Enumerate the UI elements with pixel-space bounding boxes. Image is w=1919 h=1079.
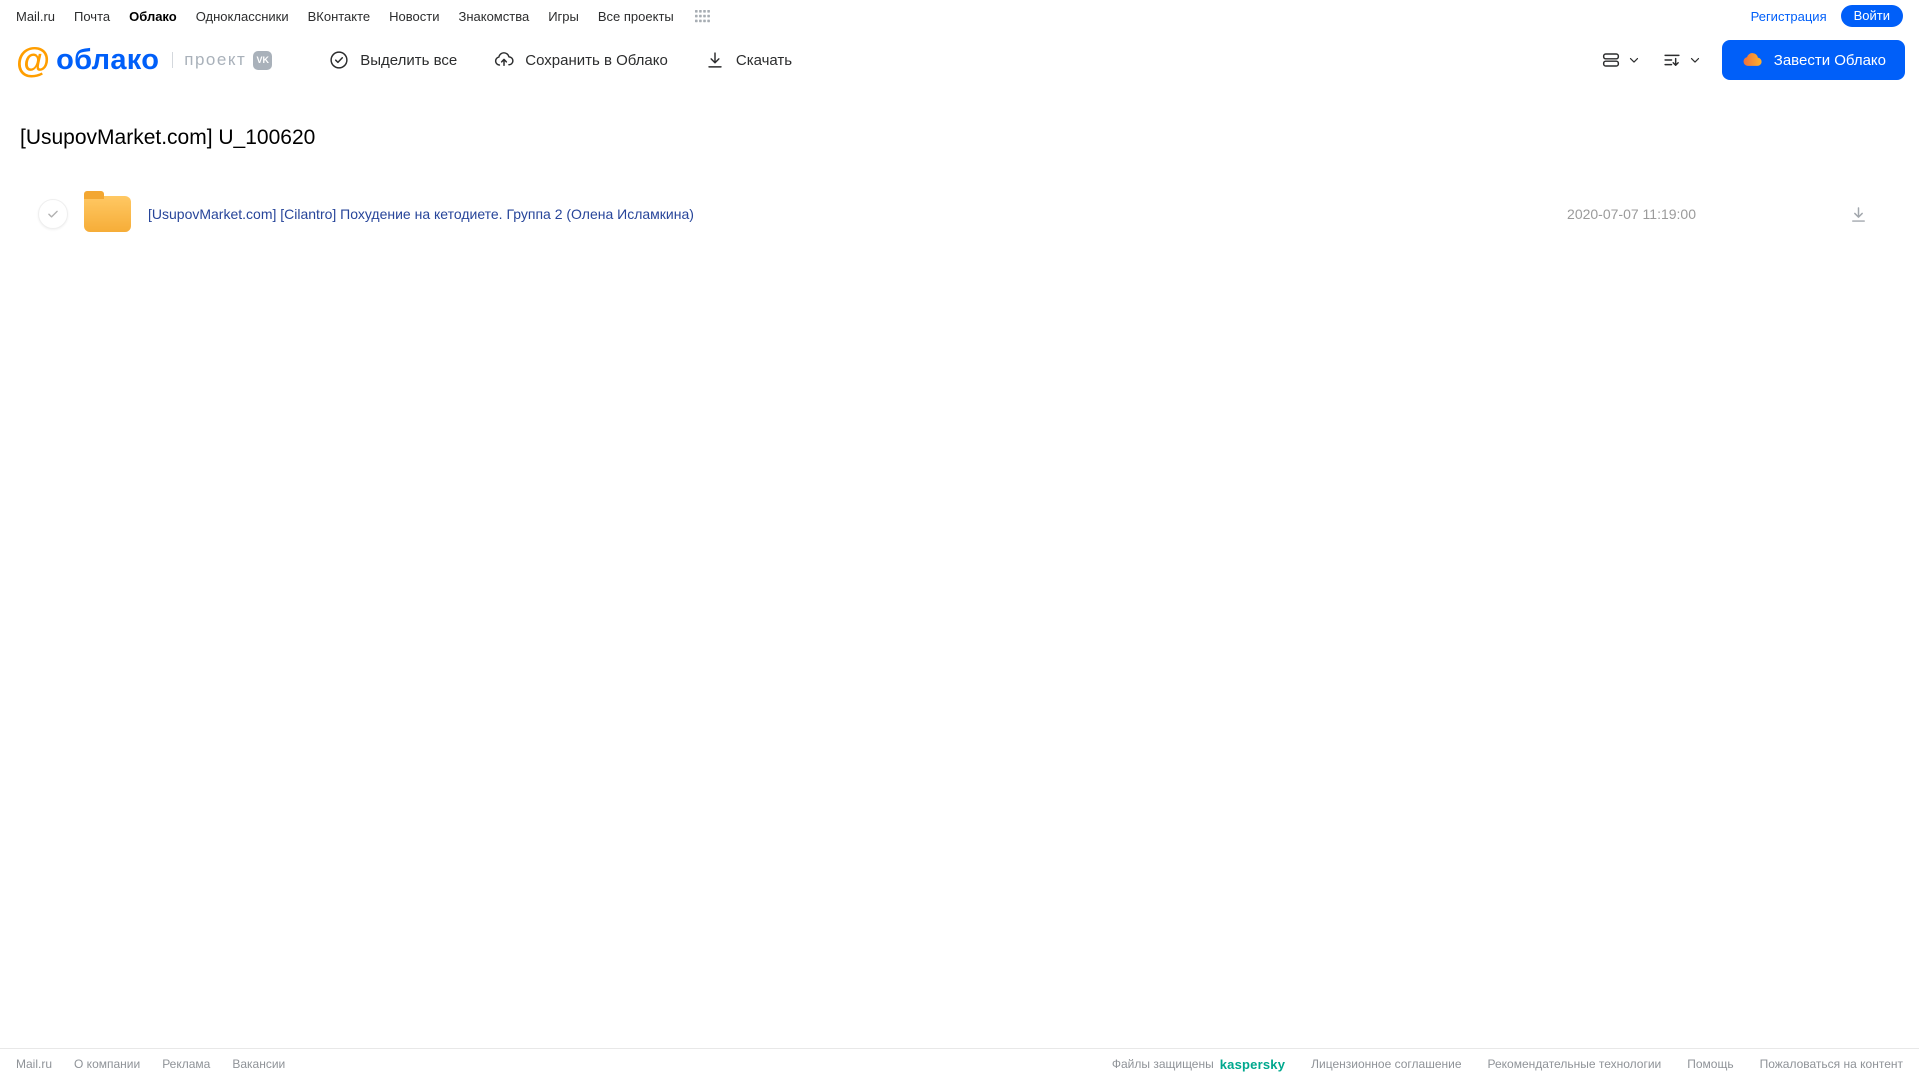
footer-link-help[interactable]: Помощь: [1687, 1057, 1733, 1071]
cloud-upload-icon: [493, 49, 515, 71]
chevron-down-icon: [1627, 53, 1641, 67]
download-icon: [1848, 204, 1869, 225]
mailru-at-icon: @: [16, 40, 51, 80]
footer-left-links: Mail.ru О компании Реклама Вакансии: [16, 1057, 285, 1071]
topnav-link-znakomstva[interactable]: Знакомства: [458, 9, 529, 24]
toolbar-label: Сохранить в Облако: [525, 51, 668, 69]
files-protected-note: Файлы защищены kaspersky: [1112, 1057, 1285, 1072]
footer-link-ads[interactable]: Реклама: [162, 1057, 210, 1071]
create-cloud-button[interactable]: Завести Облако: [1721, 40, 1905, 80]
topnav-link-igry[interactable]: Игры: [548, 9, 579, 24]
main-content: [UsupovMarket.com] U_100620 [UsupovMarke…: [0, 126, 1919, 238]
select-all-button[interactable]: Выделить все: [328, 49, 457, 71]
action-toolbar: Выделить все Сохранить в Облако Скачать: [328, 49, 792, 71]
footer-link-license[interactable]: Лицензионное соглашение: [1311, 1057, 1461, 1071]
top-navigation: Mail.ru Почта Облако Одноклассники ВКонт…: [0, 0, 1919, 32]
registration-link[interactable]: Регистрация: [1751, 9, 1827, 24]
row-checkbox[interactable]: [38, 199, 68, 229]
all-projects-grid-icon[interactable]: [694, 9, 710, 23]
topnav-auth: Регистрация Войти: [1751, 5, 1903, 27]
topnav-link-oblako[interactable]: Облако: [129, 9, 177, 24]
logo-divider: [172, 52, 174, 68]
topnav-link-mailru[interactable]: Mail.ru: [16, 9, 55, 24]
footer-link-about[interactable]: О компании: [74, 1057, 140, 1071]
cloud-icon: [1741, 49, 1764, 72]
file-list: [UsupovMarket.com] [Cilantro] Похудение …: [20, 190, 1899, 238]
file-row[interactable]: [UsupovMarket.com] [Cilantro] Похудение …: [20, 190, 1899, 238]
view-mode-toggle[interactable]: [1600, 49, 1641, 71]
topnav-link-odnoklassniki[interactable]: Одноклассники: [196, 9, 289, 24]
check-icon: [46, 207, 60, 221]
topnav-links: Mail.ru Почта Облако Одноклассники ВКонт…: [16, 9, 710, 24]
download-button[interactable]: Скачать: [704, 49, 792, 71]
view-mode-icon: [1600, 49, 1622, 71]
footer-right-links: Файлы защищены kaspersky Лицензионное со…: [1112, 1057, 1903, 1072]
file-date: 2020-07-07 11:19:00: [1567, 206, 1696, 222]
footer-link-mailru[interactable]: Mail.ru: [16, 1057, 52, 1071]
header-right-controls: Завести Облако: [1600, 40, 1905, 80]
file-name-link[interactable]: [UsupovMarket.com] [Cilantro] Похудение …: [148, 206, 694, 222]
vk-badge-icon: VK: [253, 50, 273, 70]
topnav-link-vse-proekty[interactable]: Все проекты: [598, 9, 674, 24]
protected-label: Файлы защищены: [1111, 1057, 1214, 1071]
check-circle-icon: [328, 49, 350, 71]
login-button[interactable]: Войти: [1840, 5, 1903, 27]
project-vk-label: проект: [184, 50, 247, 69]
cloud-logo[interactable]: @ облако проект VK: [16, 40, 273, 80]
topnav-link-pochta[interactable]: Почта: [74, 9, 110, 24]
footer: Mail.ru О компании Реклама Вакансии Файл…: [0, 1048, 1919, 1079]
toolbar-label: Скачать: [735, 51, 793, 69]
page-title: [UsupovMarket.com] U_100620: [20, 126, 316, 149]
footer-link-jobs[interactable]: Вакансии: [232, 1057, 285, 1071]
folder-icon[interactable]: [84, 191, 131, 232]
sort-icon: [1661, 49, 1683, 71]
sort-toggle[interactable]: [1661, 49, 1702, 71]
file-download-button[interactable]: [1848, 204, 1869, 225]
footer-link-recommendation-tech[interactable]: Рекомендательные технологии: [1488, 1057, 1662, 1071]
chevron-down-icon: [1688, 53, 1702, 67]
topnav-link-vkontakte[interactable]: ВКонтакте: [308, 9, 371, 24]
topnav-link-novosti[interactable]: Новости: [389, 9, 439, 24]
save-to-cloud-button[interactable]: Сохранить в Облако: [493, 49, 668, 71]
create-cloud-label: Завести Облако: [1773, 51, 1886, 69]
toolbar-label: Выделить все: [360, 51, 458, 69]
kaspersky-logo[interactable]: kaspersky: [1220, 1057, 1285, 1072]
cloud-logo-text: облако: [56, 43, 160, 76]
header: @ облако проект VK Выделить все Сохранит…: [0, 32, 1919, 88]
download-icon: [704, 49, 726, 71]
footer-link-report-content[interactable]: Пожаловаться на контент: [1760, 1057, 1903, 1071]
